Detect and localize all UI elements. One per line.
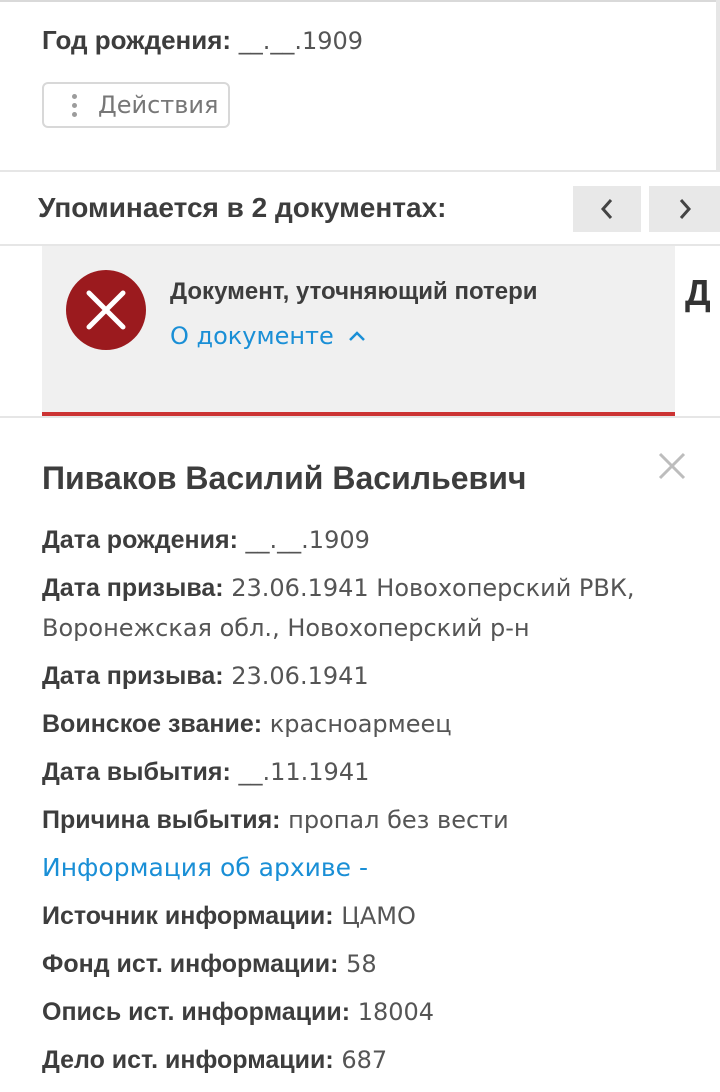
field-value: __.11.1941	[238, 758, 370, 786]
field-draft-date-place: Дата призыва: 23.06.1941 Новохоперский Р…	[42, 568, 682, 648]
field-label: Причина выбытия:	[42, 806, 281, 834]
field-value: пропал без вести	[288, 806, 509, 834]
chevron-up-icon	[348, 331, 365, 341]
field-label: Дата призыва:	[42, 662, 224, 690]
chevron-left-icon	[600, 199, 613, 219]
mentions-header: Упоминается в 2 документах:	[0, 172, 720, 246]
mentions-title: Упоминается в 2 документах:	[38, 192, 447, 223]
field-label: Источник информации:	[42, 902, 334, 930]
field-draft-date: Дата призыва: 23.06.1941	[42, 656, 682, 696]
field-value: красноармеец	[269, 710, 452, 738]
field-label: Дата выбытия:	[42, 758, 231, 786]
birth-year-row: Год рождения: __.__.1909	[42, 24, 363, 57]
next-document-button[interactable]	[649, 186, 720, 232]
field-inventory: Опись ист. информации: 18004	[42, 992, 682, 1032]
field-label: Дата призыва:	[42, 574, 224, 602]
field-label: Воинское звание:	[42, 710, 263, 738]
field-label: Фонд ист. информации:	[42, 950, 339, 978]
field-departure-reason: Причина выбытия: пропал без вести	[42, 800, 682, 840]
actions-button-label: Действия	[98, 91, 219, 119]
archive-info-link[interactable]: Информация об архиве -	[42, 848, 682, 888]
field-label: Дата рождения:	[42, 526, 238, 554]
kebab-menu-icon	[70, 93, 78, 117]
person-fields: Дата рождения: __.__.1909 Дата призыва: …	[42, 520, 682, 1088]
field-info-source: Источник информации: ЦАМО	[42, 896, 682, 936]
field-fond: Фонд ист. информации: 58	[42, 944, 682, 984]
chevron-right-icon	[679, 199, 691, 219]
field-departure-date: Дата выбытия: __.11.1941	[42, 752, 682, 792]
field-value: 687	[341, 1046, 388, 1074]
field-value: 23.06.1941	[231, 662, 369, 690]
field-value: __.__.1909	[245, 526, 370, 554]
field-label: Опись ист. информации:	[42, 998, 351, 1026]
document-card[interactable]: Документ, уточняющий потери О документе	[42, 246, 675, 416]
field-military-rank: Воинское звание: красноармеец	[42, 704, 682, 744]
birth-year-value: __.__.1909	[238, 27, 364, 55]
prev-document-button[interactable]	[573, 186, 641, 232]
next-card-peek[interactable]: Д	[685, 272, 711, 314]
about-document-label: О документе	[170, 322, 334, 350]
field-birth-date: Дата рождения: __.__.1909	[42, 520, 682, 560]
field-case: Дело ист. информации: 687	[42, 1040, 682, 1080]
field-value: ЦАМО	[341, 902, 416, 930]
record-summary: Год рождения: __.__.1909 Действия	[0, 0, 720, 172]
birth-year-label: Год рождения:	[42, 25, 232, 55]
field-label: Дело ист. информации:	[42, 1046, 334, 1074]
close-icon[interactable]	[656, 450, 688, 482]
document-carousel: Документ, уточняющий потери О документе …	[0, 246, 720, 418]
loss-cross-icon	[66, 270, 146, 350]
about-document-link[interactable]: О документе	[170, 322, 366, 350]
field-value: 58	[346, 950, 377, 978]
person-name: Пиваков Василий Васильевич	[42, 460, 527, 496]
document-title: Документ, уточняющий потери	[170, 278, 538, 305]
field-value: 18004	[357, 998, 435, 1026]
person-details-panel: Пиваков Василий Васильевич Дата рождения…	[0, 418, 720, 1092]
actions-button[interactable]: Действия	[42, 82, 230, 128]
